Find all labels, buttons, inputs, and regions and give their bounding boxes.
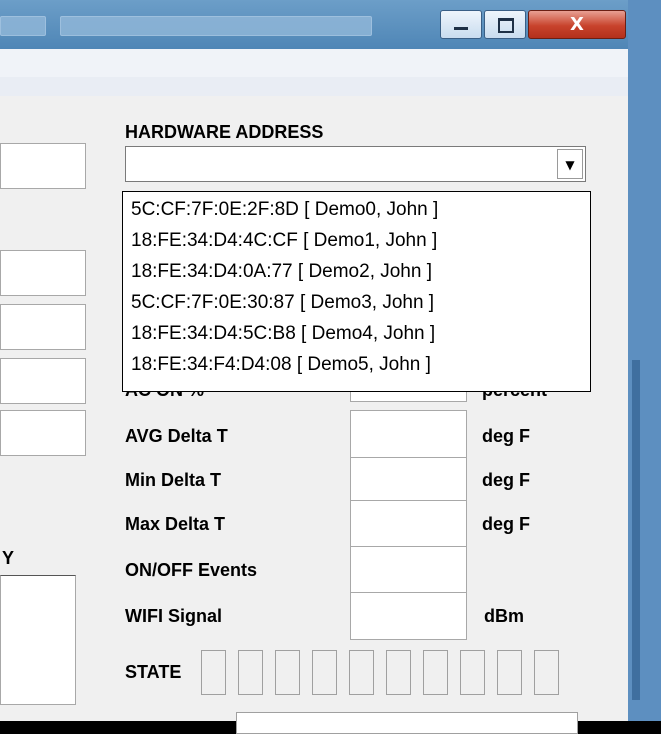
min-delta-t-label: Min Delta T <box>125 470 222 490</box>
close-button[interactable]: X <box>528 10 626 39</box>
wifi-signal-field[interactable] <box>350 592 467 640</box>
dropdown-option[interactable]: 18:FE:34:D4:4C:CF [ Demo1, John ] <box>131 230 437 252</box>
state-cell <box>460 650 485 695</box>
dropdown-option[interactable]: 5C:CF:7F:0E:2F:8D [ Demo0, John ] <box>131 199 438 221</box>
settings-panel <box>0 96 628 721</box>
left-textbox-1[interactable] <box>0 143 86 189</box>
toolbar-strip <box>0 77 628 96</box>
hardware-address-dropdown-list: 5C:CF:7F:0E:2F:8D [ Demo0, John ] 18:FE:… <box>122 191 591 392</box>
avg-delta-t-label: AVG Delta T <box>125 426 228 446</box>
min-delta-t-field[interactable] <box>350 457 467 503</box>
state-cell <box>201 650 226 695</box>
close-icon: X <box>570 14 584 35</box>
dropdown-option[interactable]: 5C:CF:7F:0E:30:87 [ Demo3, John ] <box>131 292 434 314</box>
on-off-events-label: ON/OFF Events <box>125 560 258 580</box>
avg-delta-t-field[interactable] <box>350 410 467 460</box>
maximize-icon <box>498 18 514 33</box>
state-cell <box>349 650 374 695</box>
wifi-signal-label: WIFI Signal <box>125 606 222 626</box>
bottom-textbox[interactable] <box>236 712 578 734</box>
minimize-icon <box>454 27 468 30</box>
left-textbox-3[interactable] <box>0 304 86 350</box>
max-delta-t-label: Max Delta T <box>125 514 226 534</box>
state-cell <box>386 650 411 695</box>
state-cell <box>423 650 448 695</box>
titlebar-search-box[interactable] <box>60 16 372 36</box>
on-off-events-field[interactable] <box>350 546 467 594</box>
left-textbox-5[interactable] <box>0 410 86 456</box>
avg-delta-t-unit: deg F <box>482 426 530 446</box>
max-delta-t-field[interactable] <box>350 500 467 548</box>
minimize-button[interactable] <box>440 10 482 39</box>
min-delta-t-unit: deg F <box>482 470 530 490</box>
dropdown-option[interactable]: 18:FE:34:F4:D4:08 [ Demo5, John ] <box>131 354 431 376</box>
maximize-button[interactable] <box>484 10 526 39</box>
left-textbox-2[interactable] <box>0 250 86 296</box>
state-cell <box>238 650 263 695</box>
left-partial-label: Y <box>2 548 15 568</box>
dropdown-option[interactable]: 18:FE:34:D4:0A:77 [ Demo2, John ] <box>131 261 432 283</box>
wifi-signal-unit: dBm <box>484 606 524 626</box>
state-cell <box>312 650 337 695</box>
titlebar-nav-button[interactable] <box>0 16 46 36</box>
menu-bar <box>0 49 628 97</box>
left-textbox-4[interactable] <box>0 358 86 404</box>
window-titlebar: X <box>0 0 640 49</box>
state-cell <box>275 650 300 695</box>
state-cell <box>497 650 522 695</box>
hardware-address-label: HARDWARE ADDRESS <box>125 122 324 142</box>
state-cell <box>534 650 559 695</box>
dropdown-option[interactable]: 18:FE:34:D4:5C:B8 [ Demo4, John ] <box>131 323 435 345</box>
state-label: STATE <box>125 662 182 682</box>
left-group-box <box>0 575 76 705</box>
scrollbar-thumb[interactable] <box>632 360 640 700</box>
max-delta-t-unit: deg F <box>482 514 530 534</box>
chevron-down-icon[interactable]: ▼ <box>557 149 583 179</box>
hardware-address-select[interactable]: ▼ <box>125 146 586 182</box>
